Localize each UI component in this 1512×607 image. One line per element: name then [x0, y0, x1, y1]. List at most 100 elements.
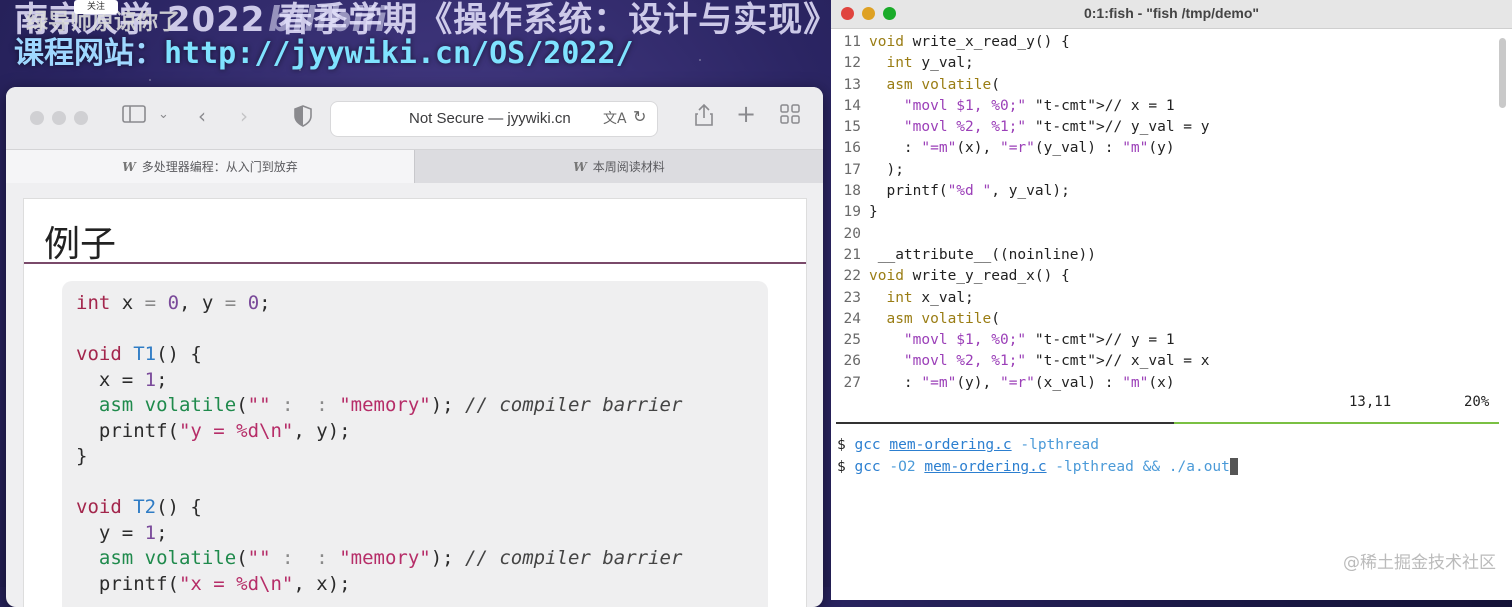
line-text: ); [869, 161, 904, 178]
line-number: 20 [843, 225, 861, 242]
fn-t2: T2 [133, 496, 157, 518]
back-icon[interactable]: ‹ [198, 104, 206, 128]
vim-line: 21 __attribute__((noinline)) [831, 245, 1499, 266]
terminal-titlebar: 0:1:fish - "fish /tmp/demo" [831, 0, 1512, 29]
line-text: } [869, 204, 878, 221]
watermark: @稀土掘金技术社区 [1343, 553, 1496, 573]
tab-reading[interactable]: W 本周阅读材料 [414, 150, 823, 183]
address-bar[interactable]: Not Secure — jyywiki.cn 文A ↻ [330, 101, 658, 137]
scroll-percent: 20% [1464, 394, 1490, 410]
line-text: : "=m"(x), "=r"(y_val) : "m"(y) [869, 140, 1175, 157]
line-text: asm volatile( [886, 76, 1000, 93]
line-number: 18 [843, 183, 861, 200]
wiki-icon: W [122, 159, 136, 174]
shell-line-1: $ gcc mem-ordering.c -lpthread [837, 437, 1099, 453]
vim-line: 16 : "=m"(x), "=r"(y_val) : "m"(y) [831, 138, 1499, 159]
follow-badge[interactable]: 关注 [74, 0, 118, 14]
line-text: printf("%d ", y_val); [869, 183, 1070, 200]
code-line-1: int x = 0, y = 0; [76, 292, 271, 314]
vim-line: 12 int y_val; [831, 53, 1499, 74]
vim-line: 18 printf("%d ", y_val); [831, 181, 1499, 202]
line-text: int y_val; [886, 55, 974, 72]
tab-overview-icon[interactable] [780, 104, 800, 129]
sidebar-icon[interactable] [122, 104, 146, 128]
line-text: "movl %2, %1;" "t-cmt">// x_val = x [903, 353, 1210, 370]
fn-t1: T1 [133, 343, 157, 365]
close-button[interactable] [30, 111, 44, 125]
line-number: 13 [843, 76, 861, 93]
line-text: __attribute__((noinline)) [869, 246, 1096, 263]
title-divider [24, 262, 806, 264]
browser-toolbar: ⌄ ‹ › Not Secure — jyywiki.cn 文A ↻ + [6, 87, 823, 149]
wiki-icon: W [573, 159, 587, 174]
vim-line: 11 void write_x_read_y() { [831, 32, 1499, 53]
new-tab-icon[interactable]: + [736, 100, 756, 128]
line-number: 27 [843, 374, 861, 391]
bilibili-logo: bilibili [268, 0, 387, 40]
address-text: Not Secure — jyywiki.cn [409, 110, 571, 127]
terminal-window: 0:1:fish - "fish /tmp/demo" 11 void write… [831, 0, 1512, 600]
line-number: 24 [843, 310, 861, 327]
terminal-title: 0:1:fish - "fish /tmp/demo" [1083, 5, 1260, 21]
chevron-down-icon[interactable]: ⌄ [158, 107, 169, 122]
line-text: void write_x_read_y() { [869, 34, 1070, 50]
vim-line: 13 asm volatile( [831, 75, 1499, 96]
line-text: "movl %2, %1;" "t-cmt">// y_val = y [903, 119, 1210, 136]
slide-page: 例子 int x = 0, y = 0; void T1() { x = 1; … [23, 198, 807, 607]
page-title: 例子 [44, 224, 117, 265]
minimize-button[interactable] [52, 111, 66, 125]
line-number: 21 [843, 246, 861, 263]
line-number: 17 [843, 161, 861, 178]
vim-line: 20 [831, 224, 1499, 245]
scrollbar[interactable] [1499, 38, 1506, 108]
vim-editor[interactable]: 11 void write_x_read_y() {12 int y_val; 13… [831, 32, 1499, 394]
tab-multiprocessor[interactable]: W 多处理器编程：从入门到放弃 [6, 150, 414, 183]
line-number: 16 [843, 140, 861, 157]
vim-line: 23 int x_val; [831, 288, 1499, 309]
shell-pane[interactable]: $ gcc mem-ordering.c -lpthread $ gcc -O2… [837, 435, 1238, 478]
line-text: : "=m"(y), "=r"(x_val) : "m"(x) [869, 374, 1175, 391]
line-number: 12 [843, 55, 861, 72]
line-text: "movl $1, %0;" "t-cmt">// y = 1 [903, 332, 1175, 349]
line-number: 26 [843, 353, 861, 370]
cursor-position: 13,11 [1349, 394, 1392, 410]
vim-line: 25 "movl $1, %0;" "t-cmt">// y = 1 [831, 330, 1499, 351]
vim-line: 15 "movl %2, %1;" "t-cmt">// y_val = y [831, 117, 1499, 138]
line-number: 22 [843, 268, 861, 285]
vim-line: 26 "movl %2, %1;" "t-cmt">// x_val = x [831, 351, 1499, 372]
line-number: 15 [843, 119, 861, 136]
tab-label: 本周阅读材料 [592, 160, 665, 174]
line-number: 23 [843, 289, 861, 306]
vim-line: 14 "movl $1, %0;" "t-cmt">// x = 1 [831, 96, 1499, 117]
tab-bar: W 多处理器编程：从入门到放弃 W 本周阅读材料 [6, 149, 823, 183]
line-number: 14 [843, 97, 861, 114]
line-text: "movl $1, %0;" "t-cmt">// x = 1 [903, 97, 1175, 114]
vim-line: 17 ); [831, 160, 1499, 181]
pane-divider-left [836, 422, 1174, 424]
line-text: void write_y_read_x() { [869, 268, 1070, 285]
forward-icon[interactable]: › [240, 104, 248, 128]
line-text: int x_val; [886, 289, 974, 306]
browser-window: ⌄ ‹ › Not Secure — jyywiki.cn 文A ↻ + W 多… [6, 87, 823, 607]
shell-line-2: $ gcc -O2 mem-ordering.c -lpthread && ./… [837, 458, 1238, 475]
pane-divider-right [1174, 422, 1499, 424]
reload-icon[interactable]: ↻ [633, 107, 646, 126]
line-number: 11 [843, 34, 861, 50]
vim-line: 27 : "=m"(y), "=r"(x_val) : "m"(x) [831, 373, 1499, 394]
banner-url-label: 课程网站： [14, 36, 164, 71]
share-icon[interactable] [694, 103, 714, 132]
translate-icon[interactable]: 文A [603, 108, 627, 128]
line-text: asm volatile( [886, 310, 1000, 327]
vim-line: 24 asm volatile( [831, 309, 1499, 330]
zoom-button[interactable] [74, 111, 88, 125]
tab-label: 多处理器编程：从入门到放弃 [141, 160, 298, 174]
code-block: int x = 0, y = 0; void T1() { x = 1; asm… [76, 292, 683, 595]
vim-line: 19} [831, 202, 1499, 223]
code-card: int x = 0, y = 0; void T1() { x = 1; asm… [62, 281, 768, 607]
window-controls [30, 111, 88, 125]
line-number: 19 [843, 204, 861, 221]
text-cursor [1229, 458, 1238, 475]
vim-line: 22 void write_y_read_x() { [831, 266, 1499, 287]
line-number: 25 [843, 332, 861, 349]
shield-icon[interactable] [294, 105, 312, 132]
